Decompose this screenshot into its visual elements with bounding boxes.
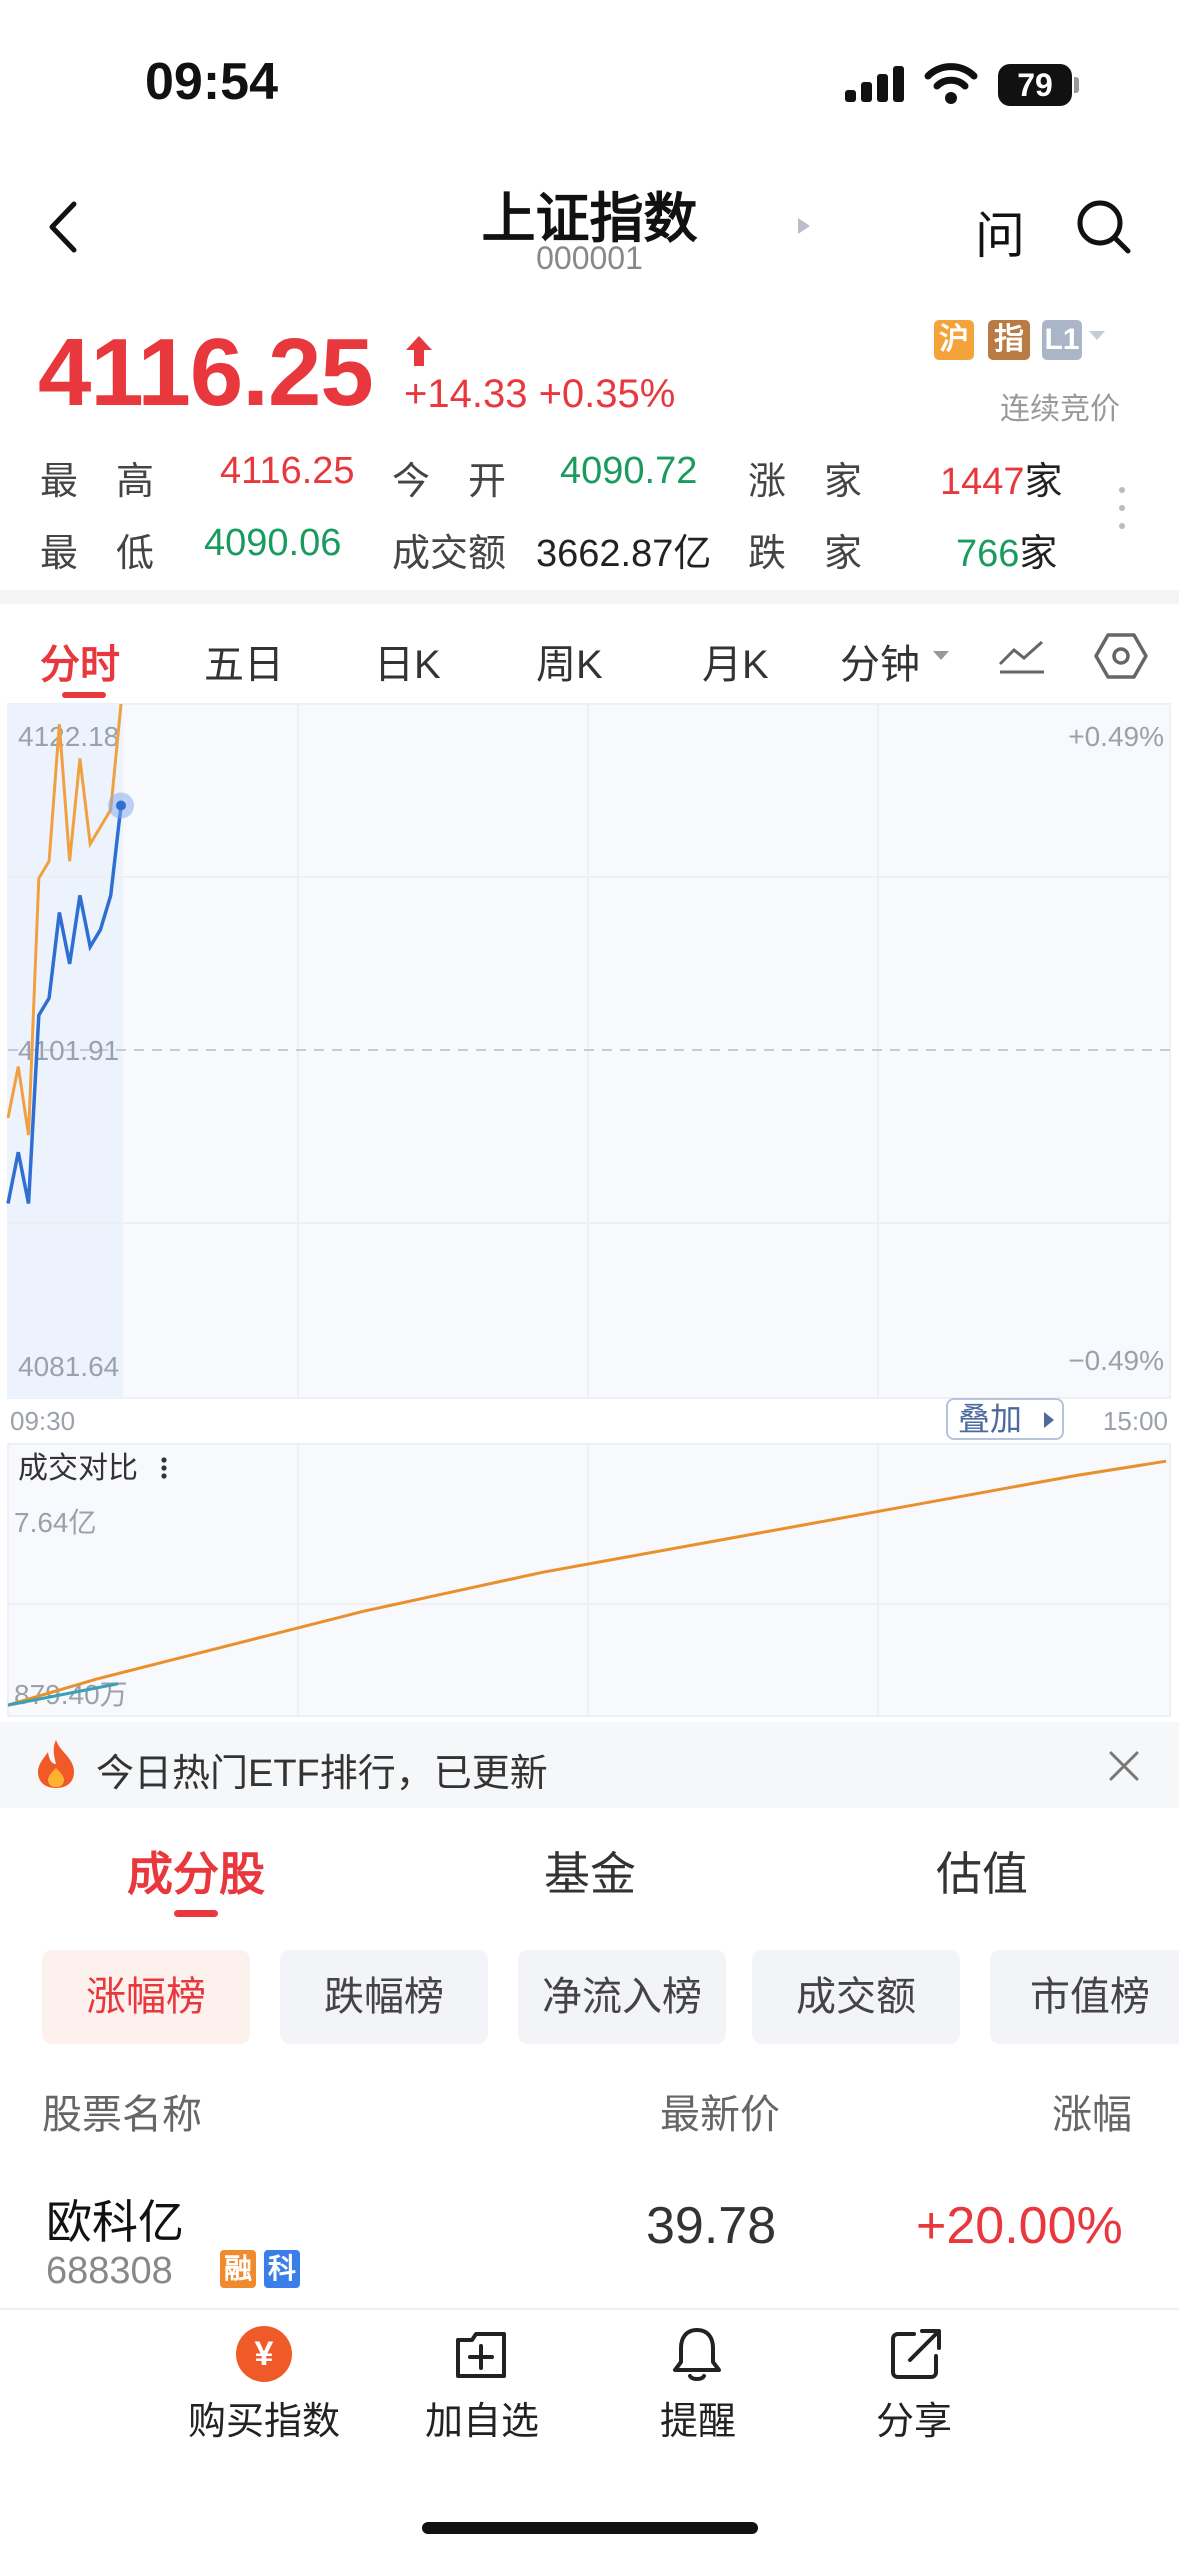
time-start-label: 09:30 — [10, 1406, 75, 1436]
level-tag[interactable]: L1 — [1042, 320, 1082, 360]
pct-bottom-label: −0.49% — [1068, 1345, 1164, 1376]
active-tab-underline — [174, 1910, 218, 1917]
wifi-icon — [924, 63, 978, 104]
battery-level: 79 — [998, 64, 1072, 106]
bell-icon[interactable] — [670, 2324, 724, 2384]
turnover-value: 3662.87亿 — [536, 533, 712, 575]
overlay-button[interactable]: 叠加 — [946, 1398, 1064, 1440]
home-indicator[interactable] — [422, 2522, 758, 2534]
chevron-down-icon[interactable] — [932, 650, 950, 662]
tab-weekly-k[interactable]: 周K — [536, 632, 603, 690]
up-count-label: 涨 家 — [748, 461, 863, 503]
more-icon[interactable] — [1118, 486, 1126, 530]
index-price: 4116.25 — [38, 319, 374, 426]
time-end-label: 15:00 — [1103, 1406, 1168, 1436]
index-tag: 指 — [988, 320, 1030, 360]
settings-icon[interactable] — [1094, 632, 1148, 680]
share-icon[interactable] — [888, 2326, 944, 2382]
y-top-label: 4122.18 — [18, 721, 119, 752]
volume-bottom-label: 879.40万 — [14, 1679, 128, 1710]
active-tab-underline — [62, 692, 106, 698]
battery-indicator: 79 — [998, 64, 1079, 106]
tab-valuation[interactable]: 估值 — [832, 1838, 1132, 1904]
fire-icon — [38, 1740, 74, 1788]
alert-button[interactable]: 提醒 — [588, 2390, 808, 2445]
close-icon[interactable] — [1108, 1750, 1140, 1782]
tab-daily-k[interactable]: 日K — [374, 632, 441, 690]
signal-icon — [845, 66, 904, 102]
intraday-chart[interactable]: 4122.18 4101.91 4081.64 +0.49% −0.49% 09… — [0, 700, 1179, 1722]
low-value: 4090.06 — [204, 522, 342, 564]
add-watchlist-button[interactable]: 加自选 — [372, 2390, 592, 2445]
arrow-up-icon — [406, 336, 432, 366]
next-index-icon[interactable] — [796, 216, 812, 236]
yuan-icon[interactable]: ¥ — [236, 2326, 292, 2382]
low-label: 最 低 — [40, 533, 155, 575]
down-count-value: 766家 — [956, 533, 1058, 575]
volume-top-label: 7.64亿 — [14, 1507, 97, 1538]
down-count-label: 跌 家 — [748, 533, 863, 575]
section-divider — [0, 590, 1179, 604]
draw-line-icon[interactable] — [998, 636, 1046, 676]
chevron-down-icon[interactable] — [1088, 330, 1106, 342]
volume-title[interactable]: 成交对比 — [18, 1452, 138, 1485]
up-count-value: 1447家 — [940, 461, 1063, 503]
pct-top-label: +0.49% — [1068, 721, 1164, 752]
stock-code: 688308 — [46, 2250, 173, 2292]
column-header-name[interactable]: 股票名称 — [42, 2082, 202, 2140]
filter-net-inflow[interactable]: 净流入榜 — [518, 1950, 726, 2044]
star-market-badge: 科 — [264, 2250, 300, 2288]
promo-text[interactable]: 今日热门ETF排行，已更新 — [96, 1742, 548, 1797]
turnover-label: 成交额 — [392, 533, 507, 575]
tab-five-day[interactable]: 五日 — [204, 632, 284, 690]
ask-button[interactable]: 问 — [975, 196, 1025, 268]
filter-market-cap[interactable]: 市值榜 — [990, 1950, 1179, 2044]
high-value: 4116.25 — [220, 450, 355, 492]
share-button[interactable]: 分享 — [804, 2390, 1024, 2445]
filter-gainers[interactable]: 涨幅榜 — [42, 1950, 250, 2044]
high-label: 最 高 — [40, 461, 155, 503]
tab-monthly-k[interactable]: 月K — [702, 632, 769, 690]
tab-intraday[interactable]: 分时 — [40, 632, 120, 690]
tab-minute[interactable]: 分钟 — [840, 632, 920, 690]
tab-constituents[interactable]: 成分股 — [46, 1838, 346, 1904]
buy-index-button[interactable]: 购买指数 — [154, 2390, 374, 2445]
open-label: 今 开 — [392, 461, 507, 503]
filter-losers[interactable]: 跌幅榜 — [280, 1950, 488, 2044]
market-tag: 沪 — [934, 320, 974, 360]
trading-status: 连续竞价 — [1000, 393, 1120, 426]
status-time: 09:54 — [145, 53, 278, 111]
column-header-change[interactable]: 涨幅 — [1052, 2082, 1132, 2140]
margin-badge: 融 — [220, 2250, 256, 2288]
filter-turnover[interactable]: 成交额 — [752, 1950, 960, 2044]
add-watchlist-icon[interactable] — [452, 2326, 510, 2382]
stock-name[interactable]: 欧科亿 — [46, 2186, 184, 2252]
index-change: +14.33 +0.35% — [404, 372, 676, 416]
stock-change: +20.00% — [916, 2197, 1123, 2255]
search-icon[interactable] — [1074, 197, 1134, 257]
stock-price: 39.78 — [646, 2197, 777, 2255]
y-bottom-label: 4081.64 — [18, 1351, 119, 1382]
tab-funds[interactable]: 基金 — [440, 1838, 740, 1904]
open-value: 4090.72 — [560, 450, 698, 492]
column-header-price[interactable]: 最新价 — [660, 2082, 780, 2140]
last-point — [116, 800, 126, 811]
